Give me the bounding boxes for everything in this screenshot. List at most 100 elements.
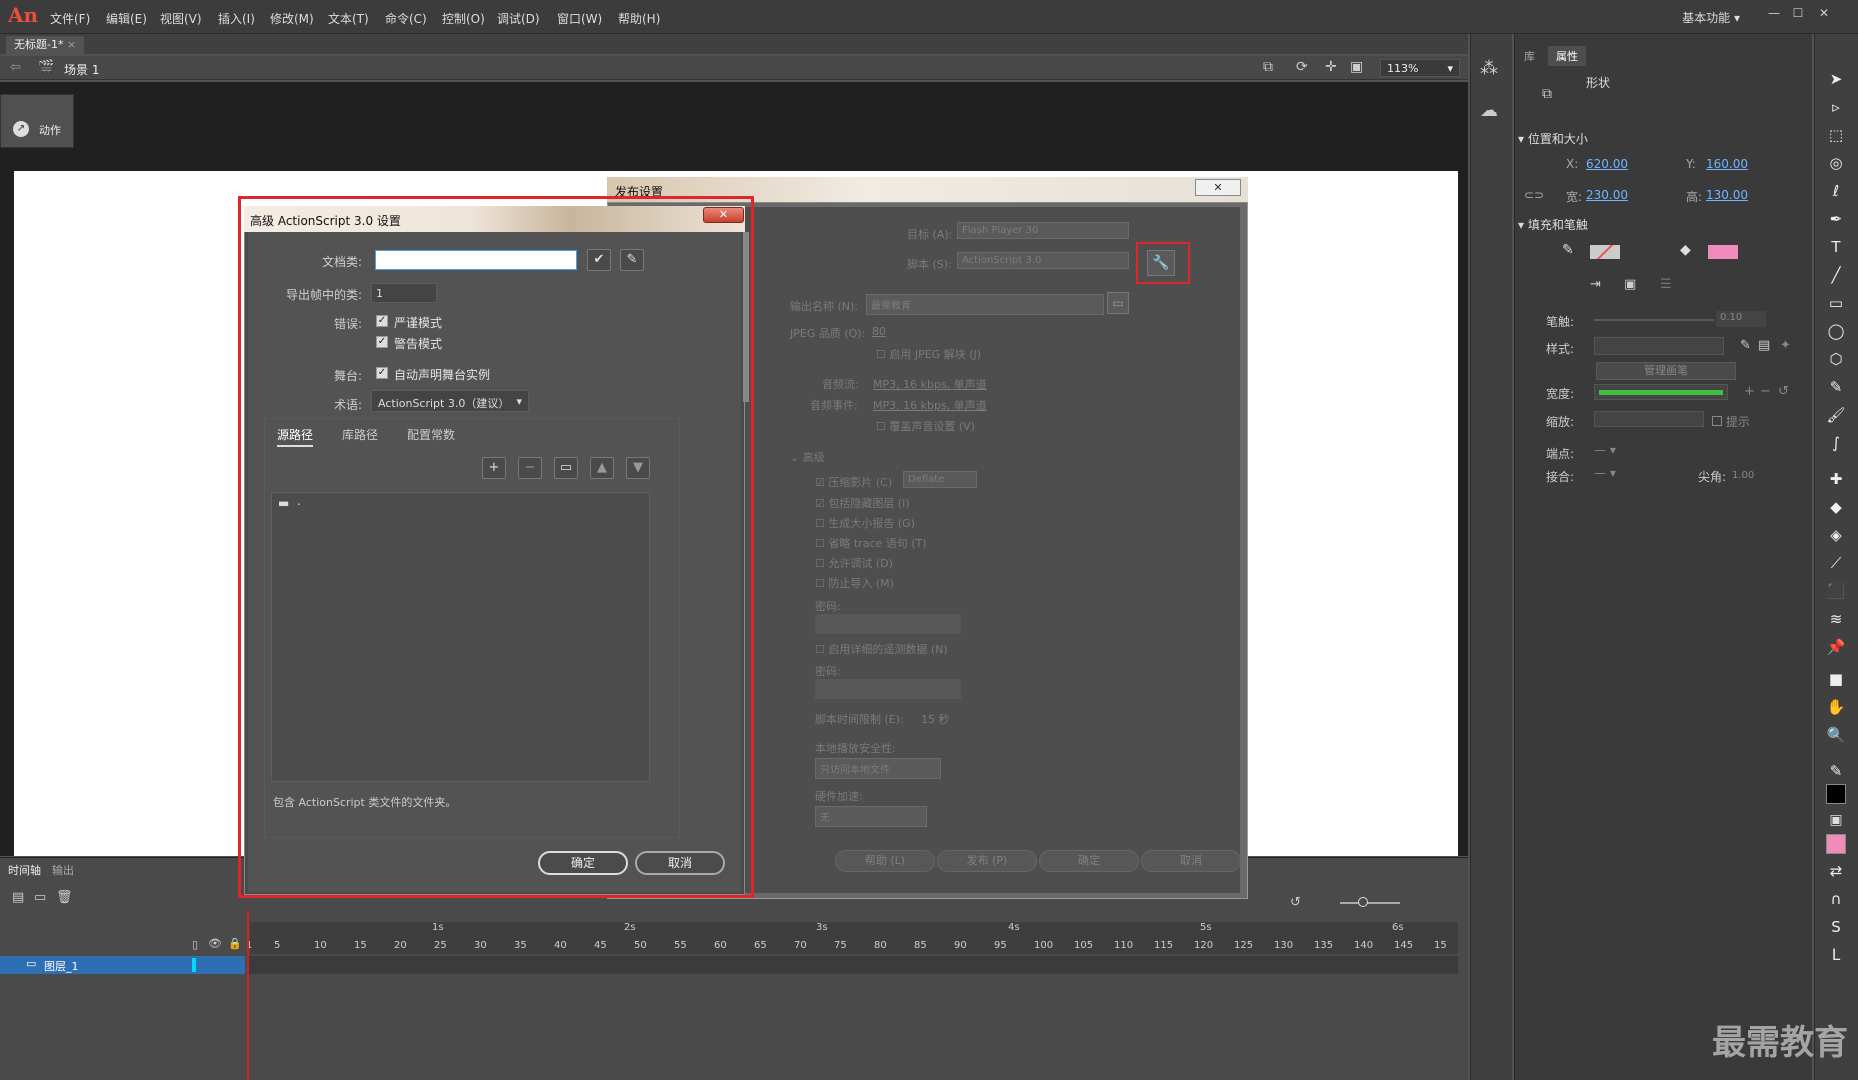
cap-select[interactable]: — ▾ [1594, 443, 1624, 459]
fill-color-tool-icon[interactable]: ▣ [1826, 812, 1846, 828]
pencil-tool-icon[interactable]: ✎ [1820, 376, 1852, 398]
width-tool-icon[interactable]: ≋ [1820, 608, 1852, 630]
oval-tool-icon[interactable]: ◯ [1820, 320, 1852, 342]
size-report-checkbox[interactable]: ☐ 生成大小报告 (G) [815, 515, 915, 531]
menu-item-10[interactable]: 帮助(H) [618, 10, 660, 27]
layer-row[interactable] [0, 956, 245, 974]
script-select[interactable]: ActionScript 3.0 [957, 252, 1129, 269]
zoom-slider[interactable] [1340, 902, 1400, 904]
fill-color-chip[interactable] [1826, 834, 1846, 854]
eyedropper-tool-icon[interactable]: ⟋ [1820, 552, 1852, 574]
menu-item-0[interactable]: 文件(F) [50, 10, 90, 27]
miter-value[interactable]: 1.00 [1732, 470, 1754, 481]
override-sound-checkbox[interactable]: ☐ 覆盖声音设置 (V) [876, 418, 975, 434]
join-select[interactable]: — ▾ [1594, 466, 1624, 482]
compress-checkbox[interactable]: ☑ 压缩影片 (C) [815, 474, 892, 490]
paint-brush-tool-icon[interactable]: 🖌 [1820, 404, 1852, 426]
align-icon[interactable]: ☰ [1660, 277, 1672, 292]
polystar-tool-icon[interactable]: ⬡ [1820, 348, 1852, 370]
swap-icon[interactable]: ▣ [1624, 277, 1636, 292]
lasso-tool-icon[interactable]: ℓ [1820, 180, 1852, 202]
subselection-tool-icon[interactable]: ▹ [1820, 96, 1852, 118]
jpeg-deblock-checkbox[interactable]: ☐ 启用 JPEG 解块 (J) [876, 346, 981, 362]
h-value[interactable]: 130.00 [1706, 188, 1748, 202]
edit-symbol-icon[interactable]: ⟳ [1296, 59, 1308, 75]
zoom-tool-icon[interactable]: 🔍 [1820, 724, 1852, 746]
camera-tool-icon[interactable]: ■ [1820, 668, 1852, 690]
style-select[interactable] [1594, 337, 1724, 355]
manage-brush-button[interactable]: 管理画笔 [1596, 362, 1736, 380]
add-brush-icon[interactable]: ✦ [1780, 338, 1791, 353]
paint-bucket-tool-icon[interactable]: ◆ [1820, 496, 1852, 518]
menu-item-3[interactable]: 插入(I) [218, 10, 255, 27]
publish-ok-button[interactable]: 确定 [1039, 850, 1139, 872]
show-all-icon[interactable]: 👁 [208, 937, 222, 950]
menu-item-1[interactable]: 编辑(E) [106, 10, 147, 27]
publish-publish-button[interactable]: 发布 (P) [937, 850, 1037, 872]
tab-close-icon[interactable]: × [67, 38, 76, 51]
delete-layer-icon[interactable]: 🗑 [56, 890, 73, 905]
target-select[interactable]: Flash Player 30 [957, 222, 1129, 239]
output-folder-icon[interactable]: ▭ [1107, 292, 1129, 314]
output-name-input[interactable]: 最需教育 [866, 294, 1104, 315]
actions-panel[interactable]: ↗ 动作 [0, 94, 74, 148]
section-position-size[interactable]: ▾ 位置和大小 [1518, 130, 1588, 147]
protect-import-checkbox[interactable]: ☐ 防止导入 (M) [815, 575, 894, 591]
password-input[interactable] [815, 614, 961, 634]
document-tab[interactable]: 无标题-1* × [6, 36, 85, 54]
playhead[interactable] [247, 910, 249, 1080]
stroke-color-swatch[interactable] [1590, 245, 1620, 259]
new-layer-icon[interactable]: ▤ [12, 890, 24, 905]
menu-item-2[interactable]: 视图(V) [160, 10, 202, 27]
stroke-slider[interactable] [1594, 319, 1714, 321]
fill-color-swatch[interactable] [1708, 245, 1738, 259]
new-folder-icon[interactable]: ▭ [34, 890, 46, 905]
smooth-icon[interactable]: S [1820, 916, 1852, 938]
local-security-select[interactable]: 只访问本地文件 [815, 758, 941, 779]
menu-item-9[interactable]: 窗口(W) [557, 10, 602, 27]
omit-trace-checkbox[interactable]: ☐ 省略 trace 语句 (T) [815, 535, 927, 551]
tab-properties[interactable]: 属性 [1548, 46, 1586, 66]
advanced-section[interactable]: ⌄ 高级 [790, 449, 825, 465]
eraser-tool-icon[interactable]: ⬛ [1820, 580, 1852, 602]
zoom-slider-thumb[interactable] [1358, 897, 1368, 907]
brush-tool-icon[interactable]: ∫ [1820, 432, 1852, 454]
stroke-color-chip[interactable] [1826, 784, 1846, 804]
center-stage-icon[interactable]: ✛ [1325, 59, 1337, 75]
publish-help-button[interactable]: 帮助 (L) [835, 850, 935, 872]
tab-output[interactable]: 输出 [52, 862, 74, 878]
ink-bottle-tool-icon[interactable]: ◈ [1820, 524, 1852, 546]
cc-libraries-icon[interactable]: ☁ [1480, 100, 1498, 121]
zoom-select[interactable]: 113% ▾ [1380, 59, 1460, 77]
text-tool-icon[interactable]: T [1820, 236, 1852, 258]
bone-tool-icon[interactable]: ✚ [1820, 468, 1852, 490]
menu-item-6[interactable]: 命令(C) [385, 10, 427, 27]
publish-cancel-button[interactable]: 取消 [1141, 850, 1241, 872]
script-time-value[interactable]: 15 秒 [921, 711, 950, 727]
free-transform-tool-icon[interactable]: ⬚ [1820, 124, 1852, 146]
menu-item-5[interactable]: 文本(T) [328, 10, 369, 27]
width-reset-icon[interactable]: ↺ [1778, 384, 1789, 399]
publish-close-icon[interactable]: ✕ [1195, 179, 1241, 196]
audio-event-value[interactable]: MP3, 16 kbps, 单声道 [873, 397, 987, 413]
lock-all-icon[interactable]: 🔒 [228, 937, 242, 950]
3d-rotation-tool-icon[interactable]: ◎ [1820, 152, 1852, 174]
hint-checkbox[interactable]: 提示 [1712, 413, 1750, 430]
minimize-icon[interactable]: — [1764, 6, 1784, 24]
rectangle-tool-icon[interactable]: ▭ [1820, 292, 1852, 314]
section-fill-stroke[interactable]: ▾ 填充和笔触 [1518, 216, 1588, 233]
hand-tool-icon[interactable]: ✋ [1820, 696, 1852, 718]
straighten-icon[interactable]: ᒪ [1820, 944, 1852, 966]
jpeg-quality-value[interactable]: 80 [872, 325, 886, 338]
color-panel-icon[interactable]: ⁂ [1480, 58, 1498, 79]
edit-scene-icon[interactable]: ⧉ [1263, 59, 1273, 75]
back-arrow-icon[interactable]: ⇦ [10, 60, 21, 75]
audio-stream-value[interactable]: MP3, 16 kbps, 单声道 [873, 376, 987, 392]
tab-timeline[interactable]: 时间轴 [8, 862, 41, 878]
allow-debug-checkbox[interactable]: ☐ 允许调试 (D) [815, 555, 893, 571]
pen-tool-icon[interactable]: ✒ [1820, 208, 1852, 230]
compress-select[interactable]: Deflate [903, 471, 977, 488]
y-value[interactable]: 160.00 [1706, 157, 1748, 171]
menu-item-4[interactable]: 修改(M) [270, 10, 314, 27]
scale-select[interactable] [1594, 411, 1704, 427]
